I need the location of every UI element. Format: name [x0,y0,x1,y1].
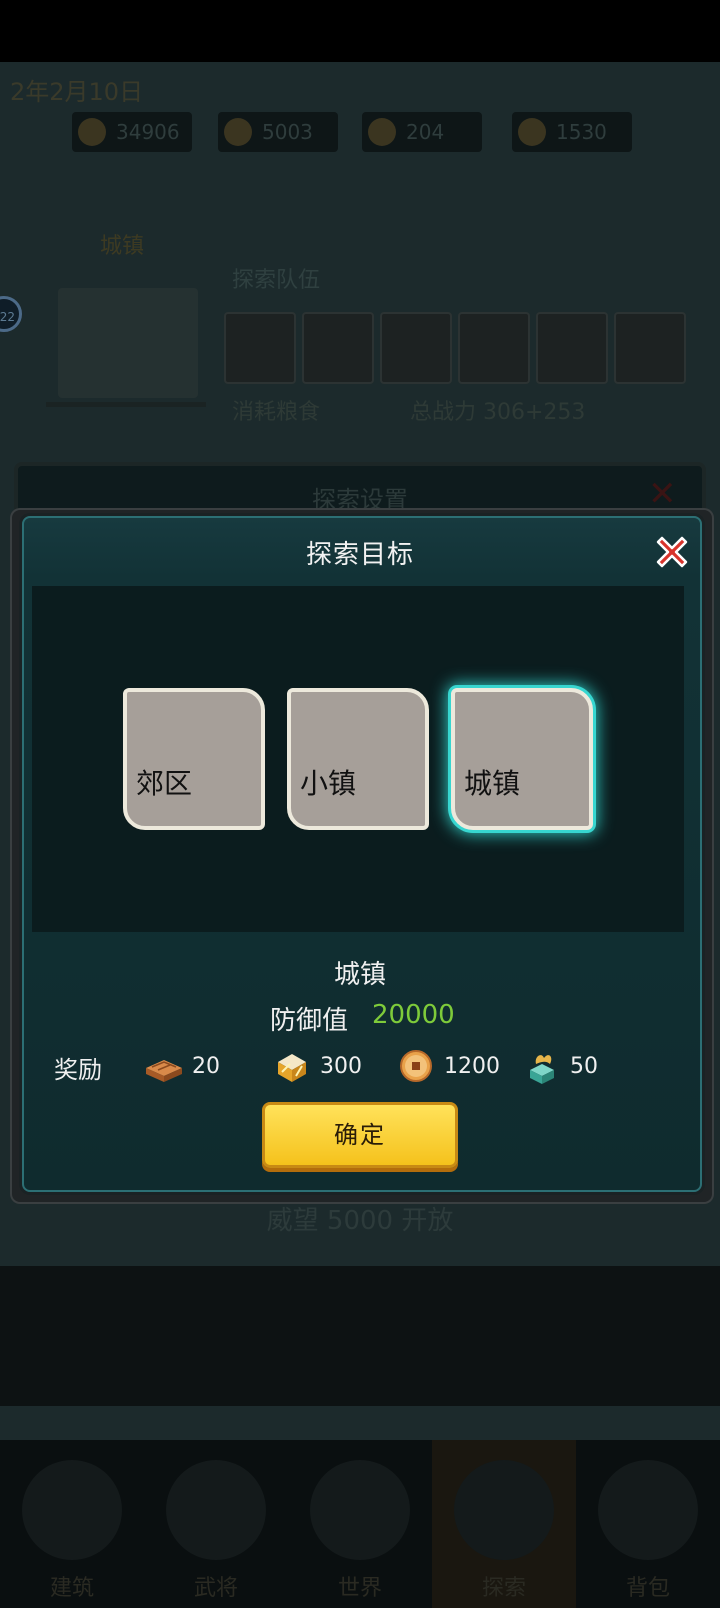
target-card-suburb[interactable]: 郊区 [123,688,265,830]
gold-icon [78,118,106,146]
defense-value: 20000 [372,1000,455,1030]
world-icon [310,1460,410,1560]
target-card-town[interactable]: 小镇 [287,688,429,830]
target-label: 城镇 [464,767,521,800]
resource-food: 5003 [218,112,338,152]
copper-coin-icon [400,1050,432,1082]
target-card-city[interactable]: 城镇 [451,688,593,830]
background-banner [0,1266,720,1406]
defense-label: 防御值 [270,1006,349,1036]
jade-treasure-icon [530,1055,554,1084]
castle-divider [46,402,206,407]
target-label: 郊区 [136,767,193,800]
game-date: 2年2月10日 [10,78,144,106]
resource-gold: 34906 [72,112,192,152]
prestige-notice: 威望 5000 开放 [266,1206,454,1236]
nav-bag: 背包 [576,1440,720,1608]
dialog-title: 探索目标 [305,540,414,570]
food-cost-label: 消耗粮食 [232,400,321,425]
resource-wood: 204 [362,112,482,152]
close-button[interactable] [652,532,692,572]
close-icon [656,536,688,568]
nav-generals: 武将 [144,1440,288,1608]
resource-jade: 1530 [512,112,632,152]
jade-icon [518,118,546,146]
explore-icon [454,1460,554,1560]
reward-label: 奖励 [54,1056,102,1084]
hero-slot [224,312,296,384]
city-label: 城镇 [100,234,145,259]
hero-slot [614,312,686,384]
reward-jade: 50 [522,1046,598,1086]
food-crate-icon [278,1054,306,1082]
nav-explore: 探索 [432,1440,576,1608]
confirm-button[interactable]: 确定 [262,1102,458,1168]
reward-food: 300 [272,1046,362,1086]
food-icon [224,118,252,146]
wood-icon [368,118,396,146]
hero-slot [458,312,530,384]
team-label: 探索队伍 [232,268,321,293]
general-icon [166,1460,266,1560]
hero-slot [380,312,452,384]
building-icon [22,1460,122,1560]
selected-target-name: 城镇 [333,960,386,990]
nav-world: 世界 [288,1440,432,1608]
reward-coin: 1200 [396,1046,500,1086]
hero-slot [536,312,608,384]
reward-brick: 20 [144,1046,220,1086]
total-power-label: 总战力 306+253 [410,400,586,425]
bag-icon [598,1460,698,1560]
target-label: 小镇 [300,767,357,800]
status-strip [0,0,720,62]
hero-slot [302,312,374,384]
brick-icon [146,1060,182,1082]
nav-building: 建筑 [0,1440,144,1608]
castle-image [58,288,198,398]
